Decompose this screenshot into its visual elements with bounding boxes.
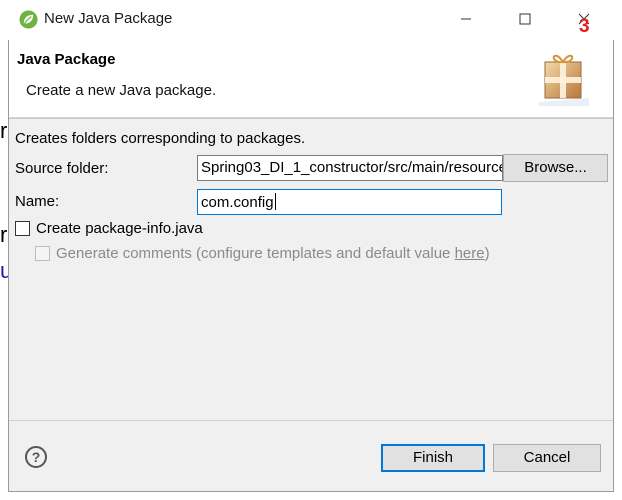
text-caret [274,193,276,210]
source-folder-label: Source folder: [15,160,109,177]
wizard-banner: Java Package Create a new Java package. [9,40,613,118]
form-description: Creates folders corresponding to package… [15,130,306,147]
create-package-info-checkbox-row[interactable]: Create package-info.java [15,220,203,237]
footer-divider [9,420,613,421]
spring-leaf-icon [19,10,38,29]
generate-comments-checkbox [35,246,50,261]
cancel-button[interactable]: Cancel [493,444,601,472]
title-bar: New Java Package 3 [1,0,622,40]
browse-button[interactable]: Browse... [503,154,608,182]
name-label: Name: [15,193,60,210]
package-icon [539,54,589,106]
finish-button[interactable]: Finish [381,444,485,472]
maximize-button[interactable] [510,8,540,30]
generate-comments-label: Generate comments (configure templates a… [56,245,490,262]
background-text-fragment: r [0,118,8,143]
create-package-info-checkbox[interactable] [15,221,30,236]
new-java-package-dialog: New Java Package 3 Java Package Create a… [1,0,622,492]
configure-templates-link[interactable]: here [455,245,485,262]
close-annotation-badge: 3 [579,16,590,37]
banner-divider [9,118,613,119]
maximize-icon [519,13,531,25]
help-icon[interactable]: ? [25,446,47,468]
banner-description: Create a new Java package. [26,82,217,99]
source-folder-input[interactable]: Spring03_DI_1_constructor/src/main/resou… [197,155,503,181]
minimize-button[interactable] [451,8,481,30]
package-name-input[interactable]: com.config [197,189,502,215]
package-name-value: com.config [201,194,274,211]
minimize-icon [461,18,471,20]
background-text-fragment: r [0,222,8,247]
generate-comments-checkbox-row: Generate comments (configure templates a… [35,245,490,262]
create-package-info-label: Create package-info.java [36,220,203,237]
banner-title: Java Package [17,51,116,68]
window-title: New Java Package [44,10,173,27]
